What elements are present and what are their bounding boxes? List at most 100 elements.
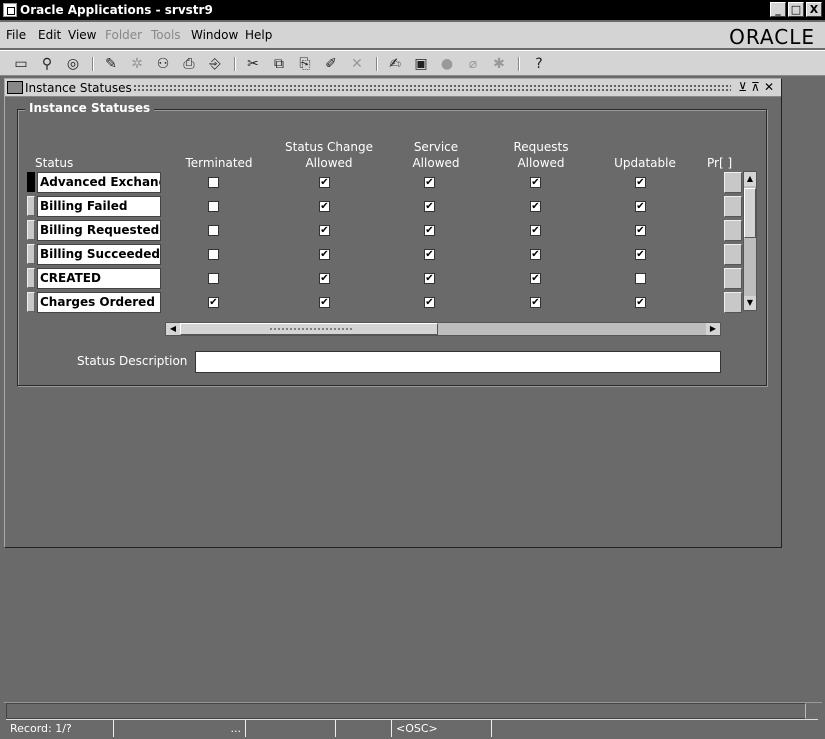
status-change-checkbox[interactable]: ✔ [319,201,330,212]
horizontal-scrollbar[interactable]: ◀ ▶ [165,322,721,336]
form-icon [7,81,23,94]
delete-icon[interactable]: ✕ [348,55,366,73]
row-indicator[interactable] [27,220,35,240]
next-step-icon[interactable]: ✲ [128,55,146,73]
service-checkbox[interactable]: ✔ [424,249,435,260]
scroll-right-icon[interactable]: ▶ [706,323,720,335]
updatable-checkbox[interactable]: ✔ [635,297,646,308]
updatable-checkbox[interactable]: ✔ [635,225,646,236]
status-change-checkbox[interactable]: ✔ [319,273,330,284]
translations-icon[interactable]: ● [438,55,456,73]
row-indicator[interactable] [27,244,35,264]
scroll-left-icon[interactable]: ◀ [166,323,180,335]
vertical-scrollbar[interactable]: ▲ ▼ [743,171,757,311]
requests-checkbox[interactable]: ✔ [530,249,541,260]
maximize-button[interactable]: □ [788,2,804,17]
menu-file[interactable]: File [6,28,26,42]
status-description-field[interactable] [195,351,721,373]
form-window-controls[interactable]: ⊻⊼✕ [738,80,778,94]
new-record-icon[interactable]: ▭ [12,55,30,73]
table-row: Billing Failed ✔ ✔ ✔ ✔ [27,195,767,217]
col-header-status: Status [35,156,74,170]
menu-folder[interactable]: Folder [105,28,142,42]
requests-checkbox[interactable]: ✔ [530,201,541,212]
pr-button[interactable] [724,220,742,241]
status-change-checkbox[interactable]: ✔ [319,249,330,260]
navigator-icon[interactable]: ◎ [64,55,82,73]
requests-checkbox[interactable]: ✔ [530,273,541,284]
requests-checkbox[interactable]: ✔ [530,297,541,308]
close-form-icon[interactable]: ⎆ [206,55,224,73]
menu-view[interactable]: View [68,28,96,42]
copy-icon[interactable]: ⧉ [270,55,288,73]
updatable-checkbox[interactable]: ✔ [635,201,646,212]
updatable-checkbox[interactable] [635,273,646,284]
terminated-checkbox[interactable] [208,249,219,260]
service-checkbox[interactable]: ✔ [424,201,435,212]
menu-help[interactable]: Help [245,28,272,42]
message-line [6,703,806,719]
service-checkbox[interactable]: ✔ [424,225,435,236]
requests-checkbox[interactable]: ✔ [530,225,541,236]
folder-tools-icon[interactable]: ✱ [490,55,508,73]
pr-button[interactable] [724,172,742,193]
paste-icon[interactable]: ⎘ [296,55,314,73]
find-icon[interactable]: ⚲ [38,55,56,73]
row-indicator[interactable] [27,172,35,192]
status-field[interactable]: Billing Requested [37,220,161,241]
pr-button[interactable] [724,196,742,217]
status-field[interactable]: Billing Succeeded [37,244,161,265]
status-change-checkbox[interactable]: ✔ [319,297,330,308]
help-icon[interactable]: ? [530,55,548,73]
new-icon[interactable]: ✐ [322,55,340,73]
pr-button[interactable] [724,268,742,289]
save-icon[interactable]: ✎ [102,55,120,73]
edit-field-icon[interactable]: ✍ [386,55,404,73]
status-field[interactable]: CREATED [37,268,161,289]
table-row: Advanced Exchang ✔ ✔ ✔ ✔ [27,171,767,193]
terminated-checkbox[interactable] [208,177,219,188]
status-cell-empty-1 [246,720,336,737]
menu-tools[interactable]: Tools [151,28,181,42]
terminated-checkbox[interactable] [208,201,219,212]
close-button[interactable]: X [806,2,822,17]
row-indicator[interactable] [27,196,35,216]
table-row: Billing Requested ✔ ✔ ✔ ✔ [27,219,767,241]
service-checkbox[interactable]: ✔ [424,177,435,188]
service-checkbox[interactable]: ✔ [424,297,435,308]
cut-icon[interactable]: ✂ [244,55,262,73]
menu-window[interactable]: Window [191,28,238,42]
terminated-checkbox[interactable] [208,225,219,236]
terminated-checkbox[interactable]: ✔ [208,297,219,308]
col-header-service-line2: Allowed [412,156,460,170]
switch-responsibility-icon[interactable]: ⚇ [154,55,172,73]
status-field[interactable]: Billing Failed [37,196,161,217]
updatable-checkbox[interactable]: ✔ [635,177,646,188]
frame-label: Instance Statuses [25,101,155,115]
row-indicator[interactable] [27,292,35,312]
attachments-icon[interactable]: ⌀ [464,55,482,73]
col-header-service-line1: Service [413,140,459,154]
horizontal-scroll-thumb[interactable] [180,323,438,335]
requests-checkbox[interactable]: ✔ [530,177,541,188]
status-field[interactable]: Charges Ordered [37,292,161,313]
updatable-checkbox[interactable]: ✔ [635,249,646,260]
minimize-button[interactable]: _ [770,2,786,17]
app-icon [3,3,17,17]
title-bar: Oracle Applications - srvstr9 _ □ X [0,0,825,20]
scroll-up-icon[interactable]: ▲ [744,172,756,186]
menu-edit[interactable]: Edit [38,28,61,42]
status-field[interactable]: Advanced Exchang [37,172,161,193]
zoom-icon[interactable]: ▣ [412,55,430,73]
row-indicator[interactable] [27,268,35,288]
vertical-scroll-thumb[interactable] [744,188,756,238]
service-checkbox[interactable]: ✔ [424,273,435,284]
terminated-checkbox[interactable] [208,273,219,284]
status-change-checkbox[interactable]: ✔ [319,177,330,188]
pr-button[interactable] [724,244,742,265]
scroll-down-icon[interactable]: ▼ [744,296,756,310]
print-icon[interactable]: ⎙ [180,55,198,73]
status-change-checkbox[interactable]: ✔ [319,225,330,236]
pr-button[interactable] [724,292,742,313]
oracle-applications-window: Oracle Applications - srvstr9 _ □ X File… [0,0,825,739]
